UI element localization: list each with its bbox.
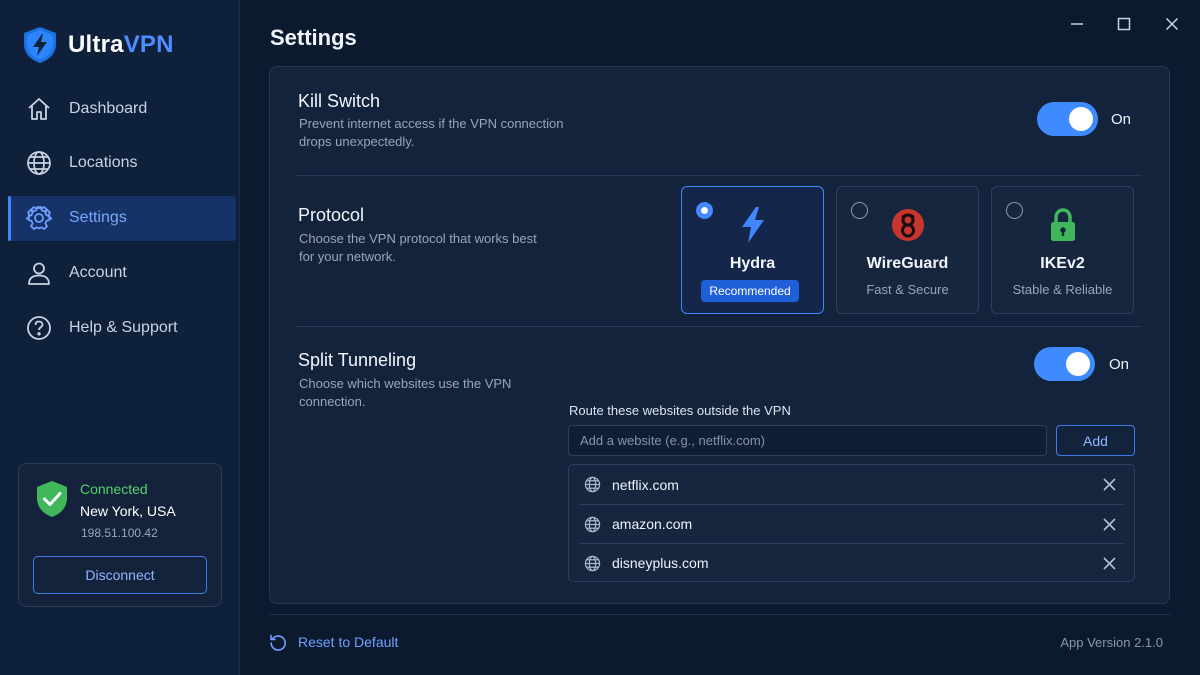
route-label: Route these websites outside the VPN	[569, 403, 791, 418]
help-icon	[26, 315, 52, 341]
reset-label: Reset to Default	[298, 634, 399, 650]
website-input[interactable]	[568, 425, 1047, 456]
section-divider	[296, 326, 1142, 327]
maximize-icon[interactable]	[1113, 14, 1135, 34]
protocol-title: Protocol	[298, 205, 365, 225]
sidebar-nav: Dashboard Locations Settings Account Hel…	[8, 86, 236, 360]
recommended-badge: Recommended	[701, 280, 799, 302]
protocol-subtitle: Stable & Reliable	[1012, 282, 1113, 297]
app-logo: UltraVPN	[22, 26, 174, 64]
wireguard-icon	[891, 209, 924, 241]
sidebar-item-dashboard[interactable]: Dashboard	[8, 86, 236, 131]
protocol-option-ikev2[interactable]: IKEv2 Stable & Reliable	[991, 186, 1134, 314]
user-icon	[26, 260, 52, 286]
shield-lightning-icon	[24, 27, 56, 63]
connection-location: New York, USA	[80, 503, 176, 519]
list-item: netflix.com	[579, 465, 1124, 504]
lock-icon	[1050, 208, 1075, 241]
sidebar-item-label: Locations	[69, 154, 138, 172]
sidebar-item-label: Help & Support	[69, 318, 178, 336]
minimize-icon[interactable]	[1066, 14, 1088, 34]
footer-divider	[269, 614, 1170, 615]
shield-check-icon	[37, 481, 67, 517]
remove-icon[interactable]	[1100, 554, 1118, 572]
protocol-option-wireguard[interactable]: WireGuard Fast & Secure	[836, 186, 979, 314]
app-version: App Version 2.1.0	[1060, 635, 1163, 650]
split-tunneling-description: Choose which websites use the VPN connec…	[299, 376, 512, 409]
protocol-subtitle: Fast & Secure	[866, 282, 949, 297]
list-item: amazon.com	[579, 504, 1124, 543]
sidebar-item-settings[interactable]: Settings	[8, 195, 236, 241]
globe-icon	[584, 554, 602, 572]
sidebar: UltraVPN Dashboard Locations Settings Ac…	[0, 0, 240, 675]
remove-icon[interactable]	[1100, 515, 1118, 533]
split-tunneling-toggle[interactable]	[1034, 347, 1095, 381]
toggle-knob	[1066, 352, 1090, 376]
sidebar-item-help[interactable]: Help & Support	[8, 305, 236, 350]
lightning-icon	[741, 207, 764, 243]
sidebar-item-locations[interactable]: Locations	[8, 141, 236, 186]
protocol-name: IKEv2	[1040, 255, 1085, 272]
protocol-option-hydra[interactable]: Hydra Recommended	[681, 186, 824, 314]
app-name-part1: Ultra	[68, 31, 124, 58]
sidebar-item-account[interactable]: Account	[8, 250, 236, 295]
connection-status-card: Connected New York, USA 198.51.100.42 Di…	[18, 463, 222, 607]
page-title: Settings	[270, 25, 357, 50]
add-website-button[interactable]: Add	[1056, 425, 1135, 456]
sidebar-item-label: Dashboard	[69, 99, 148, 117]
section-divider	[296, 175, 1142, 176]
protocol-name: WireGuard	[866, 255, 949, 272]
website-name: netflix.com	[612, 476, 679, 493]
globe-icon	[584, 476, 602, 494]
kill-switch-state: On	[1111, 111, 1132, 128]
globe-icon	[584, 515, 602, 533]
split-tunneling-state: On	[1109, 356, 1130, 373]
kill-switch-title: Kill Switch	[298, 91, 381, 111]
website-list: netflix.com amazon.com disneyplus.com	[568, 464, 1135, 582]
split-tunneling-title: Split Tunneling	[298, 350, 417, 370]
website-name: disneyplus.com	[612, 555, 709, 571]
protocol-description: Choose the VPN protocol that works best …	[299, 231, 537, 264]
website-name: amazon.com	[612, 516, 693, 532]
remove-icon[interactable]	[1100, 476, 1118, 494]
app-name-part2: VPN	[123, 31, 174, 58]
gear-icon	[26, 205, 52, 231]
home-icon	[26, 96, 52, 122]
protocol-name: Hydra	[729, 255, 776, 272]
kill-switch-toggle[interactable]	[1037, 102, 1098, 136]
reset-icon	[270, 634, 286, 651]
reset-to-default-button[interactable]: Reset to Default	[269, 633, 398, 651]
toggle-knob	[1069, 107, 1093, 131]
close-icon[interactable]	[1161, 14, 1183, 34]
kill-switch-description: Prevent internet access if the VPN conne…	[299, 116, 564, 149]
connection-ip: 198.51.100.42	[81, 526, 158, 540]
sidebar-item-label: Account	[69, 263, 127, 281]
connection-status-text: Connected	[80, 481, 148, 497]
list-item: disneyplus.com	[579, 543, 1124, 582]
globe-icon	[26, 150, 52, 176]
disconnect-button[interactable]: Disconnect	[33, 556, 207, 594]
sidebar-item-label: Settings	[69, 209, 127, 227]
